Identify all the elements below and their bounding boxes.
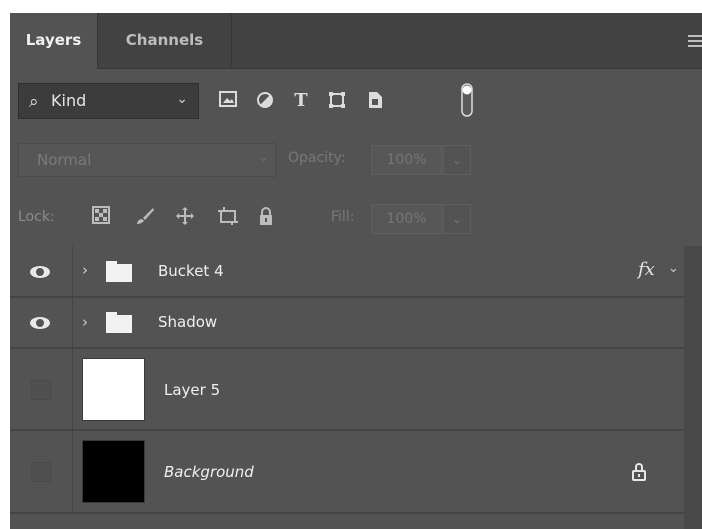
visibility-toggle[interactable] [31, 380, 51, 400]
visibility-column [10, 431, 73, 512]
pixel-filter-icon[interactable] [217, 91, 239, 111]
type-filter-icon[interactable]: T [290, 91, 312, 111]
folder-icon [106, 261, 132, 282]
lock-transparent-pixels-icon[interactable] [90, 206, 112, 228]
layers-scrollbar[interactable] [684, 246, 702, 529]
adjustment-filter-icon[interactable] [254, 91, 276, 111]
lock-position-icon[interactable] [174, 206, 196, 228]
visibility-column [10, 246, 73, 296]
visibility-column [10, 349, 73, 429]
blend-mode-label: Normal [37, 151, 92, 169]
panel-tab-bar: Layers Channels [10, 13, 702, 69]
layer-name: Shadow [158, 313, 218, 331]
lock-label: Lock: [18, 209, 55, 225]
fx-icon[interactable]: fx [638, 259, 655, 280]
tab-layers[interactable]: Layers [10, 13, 98, 69]
search-icon: ⌕ [29, 92, 39, 112]
layer-row-shadow[interactable]: › Shadow [10, 298, 684, 349]
fill-dropdown-button[interactable]: ⌄ [443, 204, 471, 234]
layer-name: Bucket 4 [158, 262, 224, 280]
opacity-dropdown-button[interactable]: ⌄ [443, 145, 471, 175]
chevron-down-icon: ⌄ [176, 91, 188, 107]
eye-icon[interactable] [30, 266, 50, 278]
chevron-right-icon[interactable]: › [82, 261, 88, 279]
chevron-right-icon[interactable]: › [82, 313, 88, 331]
fill-label: Fill: [331, 209, 355, 225]
layers-panel: Layers Channels ⌕ Kind ⌄ T Normal ⌄ Opac… [10, 13, 702, 529]
lock-artboard-icon[interactable] [217, 206, 239, 228]
layer-row-background[interactable]: Background [10, 431, 684, 514]
filter-kind-label: Kind [51, 91, 87, 110]
layer-thumbnail [82, 440, 145, 503]
filter-toggle-icon[interactable] [456, 83, 478, 119]
blend-mode-select[interactable]: Normal ⌄ [18, 143, 276, 177]
layer-thumbnail [82, 358, 145, 421]
lock-all-icon[interactable] [255, 206, 277, 228]
smart-object-filter-icon[interactable] [364, 91, 386, 111]
panel-menu-icon[interactable] [688, 35, 702, 47]
lock-image-pixels-icon[interactable] [134, 206, 156, 228]
folder-icon [106, 312, 132, 333]
layer-row-layer-5[interactable]: Layer 5 [10, 349, 684, 431]
layer-row-bucket-4[interactable]: › Bucket 4 fx ⌄ [10, 246, 684, 298]
chevron-down-icon: ⌄ [258, 150, 269, 165]
layer-name: Background [164, 463, 254, 481]
filter-kind-select[interactable]: ⌕ Kind ⌄ [18, 83, 199, 119]
visibility-column [10, 298, 73, 347]
lock-icon[interactable] [632, 463, 646, 481]
shape-filter-icon[interactable] [326, 91, 348, 111]
eye-icon[interactable] [30, 317, 50, 329]
opacity-label: Opacity: [288, 150, 346, 166]
layer-name: Layer 5 [164, 381, 221, 399]
fill-input[interactable]: 100% [371, 204, 442, 234]
visibility-toggle[interactable] [31, 462, 51, 482]
opacity-input[interactable]: 100% [371, 145, 442, 175]
chevron-down-icon[interactable]: ⌄ [668, 261, 679, 276]
layers-list: › Bucket 4 fx ⌄ › Shadow Layer 5 Backgro… [10, 246, 684, 529]
tab-channels[interactable]: Channels [98, 13, 232, 69]
